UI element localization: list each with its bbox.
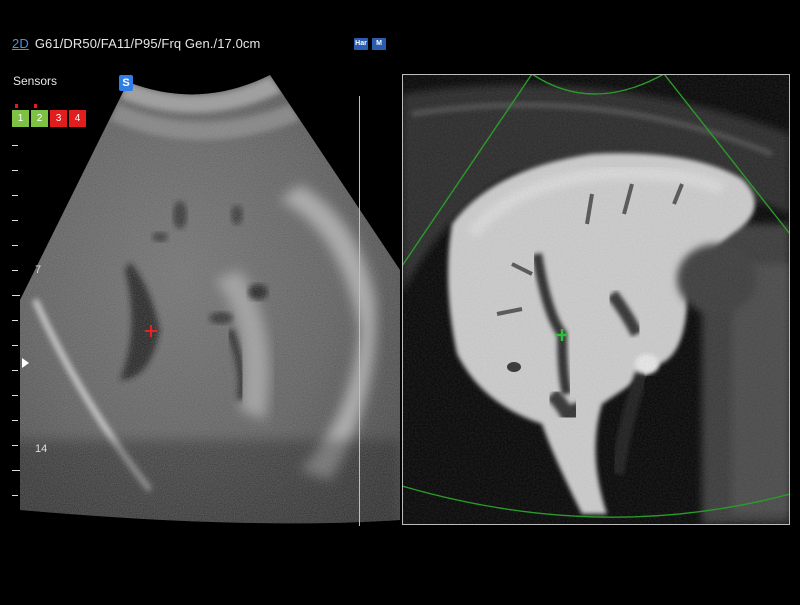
m-mode-icon[interactable]: M (372, 38, 386, 50)
mri-image (401, 73, 791, 525)
sensor-1-label: 1 (17, 113, 24, 124)
depth-tick (12, 195, 18, 196)
ultrasound-image-panel[interactable] (0, 0, 400, 600)
sensor-4-label: 4 (74, 113, 81, 124)
imaging-parameters-bar: 2D G61/DR50/FA11/P95/Frq Gen./17.0cm (12, 36, 260, 51)
depth-tick (12, 270, 18, 271)
harmonic-icon[interactable]: Har (354, 38, 368, 50)
depth-tick (12, 395, 18, 396)
depth-label-14: 14 (35, 443, 48, 455)
ultrasound-image (20, 75, 400, 524)
depth-tick (12, 245, 18, 246)
sensors-title: Sensors (13, 74, 58, 88)
depth-tick (12, 470, 20, 471)
sensor-3-label: 3 (55, 113, 62, 124)
focus-marker-icon[interactable] (22, 358, 29, 368)
sensor-2-button[interactable]: 2 (31, 104, 48, 127)
sensor-2-indicator (34, 104, 37, 108)
depth-scale: 7 14 (12, 100, 47, 520)
depth-tick (12, 420, 18, 421)
depth-tick (12, 495, 18, 496)
depth-tick (12, 295, 20, 296)
mode-2d-link[interactable]: 2D (12, 36, 29, 51)
panel-divider (359, 96, 360, 526)
mri-image-panel[interactable] (401, 73, 791, 525)
depth-tick (12, 145, 18, 146)
sensor-s-badge[interactable]: S (119, 75, 133, 91)
sensor-2-label: 2 (36, 113, 43, 124)
sensor-4-button[interactable]: 4 (69, 110, 86, 127)
depth-tick (12, 170, 18, 171)
header-icon-group: Har M (354, 38, 386, 50)
sensor-1-button[interactable]: 1 (12, 104, 29, 127)
depth-tick (12, 345, 18, 346)
depth-tick (12, 320, 18, 321)
depth-tick (12, 220, 18, 221)
depth-tick (12, 370, 18, 371)
imaging-parameters: G61/DR50/FA11/P95/Frq Gen./17.0cm (34, 36, 261, 51)
sensor-3-button[interactable]: 3 (50, 110, 67, 127)
sensor-1-indicator (15, 104, 18, 108)
sensor-list: 1 2 3 4 (12, 104, 86, 127)
depth-tick (12, 445, 18, 446)
depth-label-7: 7 (35, 264, 42, 276)
